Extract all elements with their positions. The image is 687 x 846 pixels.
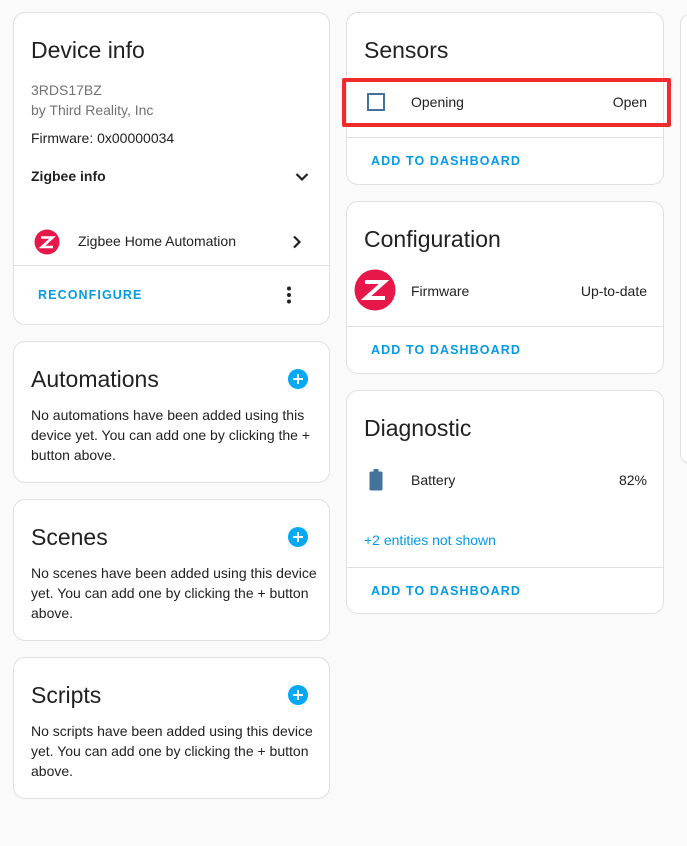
add-automation-button[interactable]	[288, 369, 308, 389]
sensors-card: Sensors Opening Open ADD TO DASHBOARD	[346, 12, 664, 185]
sensors-title: Sensors	[364, 37, 449, 63]
automations-empty-text: No automations have been added using thi…	[31, 407, 311, 463]
scenes-card: Scenes No scenes have been added using t…	[13, 499, 330, 641]
scripts-title: Scripts	[31, 682, 102, 708]
entity-state: Up-to-date	[580, 283, 647, 299]
zigbee-info-label: Zigbee info	[31, 168, 106, 184]
checkbox-blank-outline-icon	[367, 93, 385, 111]
battery-icon	[369, 469, 383, 491]
hidden-entities-link[interactable]: +2 entities not shown	[364, 532, 496, 548]
chevron-down-icon	[295, 173, 309, 182]
add-script-button[interactable]	[288, 685, 308, 705]
device-model: 3RDS17BZ	[31, 82, 102, 98]
automations-title: Automations	[31, 366, 159, 392]
zigbee-info-expander[interactable]: Zigbee info	[14, 161, 329, 195]
entity-state: 82%	[618, 472, 647, 488]
entity-row-battery[interactable]: Battery 82%	[347, 467, 663, 493]
dots-vertical-icon[interactable]	[286, 286, 292, 304]
chevron-right-icon	[293, 235, 302, 249]
entity-name: Firmware	[411, 283, 470, 299]
device-info-title: Device info	[31, 37, 145, 63]
entity-state: Open	[612, 94, 647, 110]
entity-row-firmware[interactable]: Firmware Up-to-date	[347, 268, 663, 312]
zigbee-logo-icon	[354, 269, 396, 311]
automations-card: Automations No automations have been add…	[13, 341, 330, 483]
add-to-dashboard-button[interactable]: ADD TO DASHBOARD	[371, 154, 521, 168]
device-manufacturer: by Third Reality, Inc	[31, 102, 154, 118]
scenes-title: Scenes	[31, 524, 108, 550]
partial-card	[680, 14, 687, 464]
integration-label: Zigbee Home Automation	[78, 233, 236, 249]
device-info-card: Device info 3RDS17BZ by Third Reality, I…	[13, 12, 330, 325]
card-divider	[347, 137, 663, 138]
scripts-empty-text: No scripts have been added using this de…	[31, 723, 313, 779]
add-to-dashboard-button[interactable]: ADD TO DASHBOARD	[371, 343, 521, 357]
zigbee-logo-icon	[34, 229, 60, 255]
add-to-dashboard-button[interactable]: ADD TO DASHBOARD	[371, 584, 521, 598]
card-divider	[347, 567, 663, 568]
configuration-title: Configuration	[364, 226, 501, 252]
device-firmware: Firmware: 0x00000034	[31, 130, 175, 146]
add-scene-button[interactable]	[288, 527, 308, 547]
scenes-empty-text: No scenes have been added using this dev…	[31, 565, 317, 621]
entity-name: Opening	[411, 94, 464, 110]
configuration-card: Configuration Firmware Up-to-date ADD TO…	[346, 201, 664, 374]
entity-row-opening[interactable]: Opening Open	[347, 89, 663, 115]
diagnostic-title: Diagnostic	[364, 415, 472, 441]
entity-name: Battery	[411, 472, 456, 488]
reconfigure-button[interactable]: RECONFIGURE	[38, 288, 142, 302]
diagnostic-card: Diagnostic Battery 82% +2 entities not s…	[346, 390, 664, 614]
scripts-card: Scripts No scripts have been added using…	[13, 657, 330, 799]
integration-row[interactable]: Zigbee Home Automation	[14, 225, 329, 259]
card-divider	[14, 265, 329, 266]
card-divider	[347, 326, 663, 327]
